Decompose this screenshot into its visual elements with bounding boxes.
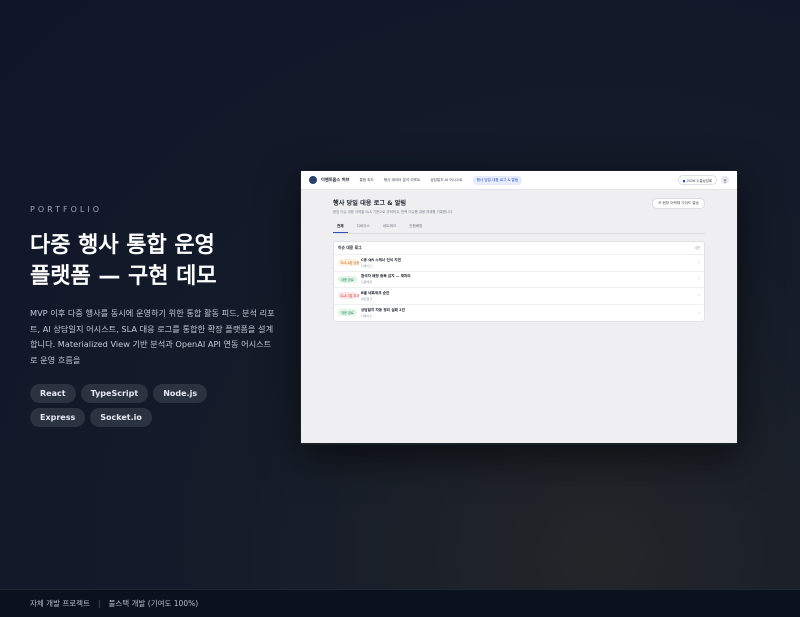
tech-tag: Express: [30, 408, 86, 427]
issue-row[interactable]: SLA 3분 초과 B홀 네트워크 순단 네트워크 ›: [334, 288, 704, 305]
page-title: 행사 당일 대응 로그 & 알림: [333, 200, 407, 207]
tab-staffing[interactable]: 인원배정: [405, 222, 426, 233]
issue-text: 참석자 배정 중복 감지 — 재처리 인원배정: [361, 274, 698, 284]
tech-tag: React: [30, 384, 76, 403]
hero-description: MVP 이후 다중 행사를 동시에 운영하기 위한 통합 활동 피드, 분석 리…: [30, 308, 275, 365]
issue-title: B홀 네트워크 순단: [361, 290, 390, 295]
hero-section: PORTFOLIO 다중 행사 통합 운영 플랫폼 — 구현 데모 MVP 이후…: [30, 205, 275, 427]
eyebrow-label: PORTFOLIO: [30, 205, 102, 214]
dot-icon: ●: [682, 178, 686, 183]
nav-item-feed[interactable]: 통합 피드: [359, 178, 373, 183]
brand-logo-icon: [309, 176, 317, 184]
tech-tag: Socket.io: [90, 408, 152, 427]
issue-row[interactable]: 대응 완료 참석자 배정 중복 감지 — 재처리 인원배정 ›: [334, 272, 704, 288]
avatar[interactable]: 운: [721, 176, 729, 184]
tab-device[interactable]: 디바이스: [353, 222, 374, 233]
nav-item-ai-assist[interactable]: 상담일지 AI 어시스트: [430, 178, 462, 183]
chevron-right-icon: ›: [698, 292, 700, 299]
hero-title-line2: 플랫폼 — 구현 데모: [30, 264, 217, 289]
footer-divider: |: [97, 599, 101, 608]
nav-right: ● 2026 수출상담회 운: [677, 175, 729, 185]
footer-role: 풀스택 개발 (기여도 100%): [108, 599, 199, 608]
mock-navbar: 이벤트옵스 허브 통합 피드 행사 데이터 분석 리포트 상담일지 AI 어시스…: [301, 171, 737, 190]
chevron-right-icon: ›: [698, 276, 700, 283]
footer: 자체 개발 프로젝트 | 풀스택 개발 (기여도 100%): [0, 589, 800, 617]
demo-screenshot: 이벤트옵스 허브 통합 피드 행사 데이터 분석 리포트 상담일지 AI 어시스…: [300, 170, 738, 445]
issue-row[interactable]: SLA 4분 남음 C동 QR 스캐너 인식 지연 디바이스 ›: [334, 255, 704, 272]
tab-network[interactable]: 네트워크: [379, 222, 400, 233]
event-selector-label: 2026 수출상담회: [686, 178, 712, 183]
tech-tags: React TypeScript Node.js Express Socket.…: [30, 384, 260, 427]
issue-category: 인원배정: [361, 280, 373, 285]
send-guide-label: 현장 이력체 가이드 발송: [662, 201, 700, 205]
issue-category: 디바이스: [361, 263, 373, 268]
issue-text: B홀 네트워크 순단 네트워크: [361, 291, 698, 301]
issue-title: 참석자 배정 중복 감지 — 재처리: [361, 274, 411, 279]
mock-content: 행사 당일 대응 로그 & 알림 현장 이슈 대응 이력을 SLA 기준으로 추…: [301, 190, 737, 322]
chevron-right-icon: ›: [698, 259, 700, 266]
event-selector-button[interactable]: ● 2026 수출상담회: [677, 175, 717, 185]
hero-title-line1: 다중 행사 통합 운영: [30, 233, 215, 258]
status-badge: 대응 완료: [338, 275, 357, 283]
tech-tag: TypeScript: [80, 384, 149, 403]
nav-item-response-log[interactable]: 행사 당일 대응 로그 & 알림: [472, 175, 523, 185]
issue-category: 디바이스: [361, 313, 373, 318]
issue-log-panel: 이슈 대응 로그 4건 SLA 4분 남음 C동 QR 스캐너 인식 지연 디바…: [333, 241, 705, 322]
nav-item-report[interactable]: 행사 데이터 분석 리포트: [384, 178, 421, 183]
panel-title: 이슈 대응 로그: [338, 245, 362, 250]
issue-count: 4건: [694, 246, 700, 250]
tech-tag: Node.js: [153, 384, 208, 403]
issue-title: C동 QR 스캐너 인식 지연: [361, 257, 401, 262]
issue-title: 상담일지 자동 정리 실패 2건: [361, 307, 405, 312]
hero-title: 다중 행사 통합 운영 플랫폼 — 구현 데모: [30, 230, 275, 292]
issue-row[interactable]: 대응 완료 상담일지 자동 정리 실패 2건 디바이스 ›: [334, 305, 704, 322]
page-subtitle: 현장 이슈 대응 이력을 SLA 기준으로 추적하고, 반복 이슈를 대응 체계…: [333, 210, 454, 214]
send-icon: ✉: [658, 201, 662, 205]
tab-all[interactable]: 전체: [333, 222, 348, 233]
send-guide-button[interactable]: ✉ 현장 이력체 가이드 발송: [652, 198, 705, 209]
issue-text: 상담일지 자동 정리 실패 2건 디바이스: [361, 308, 698, 318]
status-badge: SLA 3분 초과: [338, 292, 359, 300]
mock-app: 이벤트옵스 허브 통합 피드 행사 데이터 분석 리포트 상담일지 AI 어시스…: [301, 171, 737, 443]
brand-name: 이벤트옵스 허브: [321, 177, 350, 182]
panel-header: 이슈 대응 로그 4건: [334, 242, 704, 255]
issue-text: C동 QR 스캐너 인식 지연 디바이스: [361, 258, 698, 268]
filter-tabs: 전체 디바이스 네트워크 인원배정: [333, 222, 705, 234]
status-badge: 대응 완료: [338, 309, 357, 317]
chevron-right-icon: ›: [698, 309, 700, 316]
status-badge: SLA 4분 남음: [338, 259, 359, 267]
footer-project-type: 자체 개발 프로젝트: [30, 599, 90, 608]
issue-category: 네트워크: [361, 296, 373, 301]
